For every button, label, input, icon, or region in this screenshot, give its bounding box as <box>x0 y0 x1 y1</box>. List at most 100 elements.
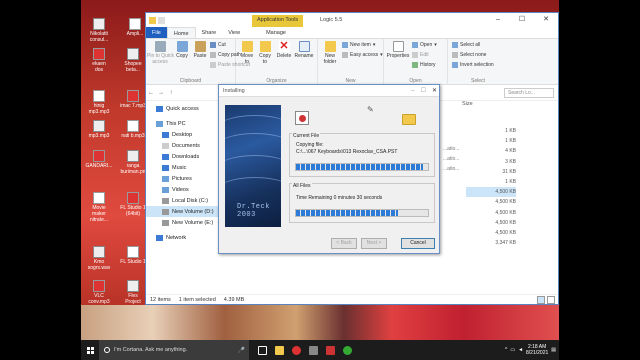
chrome-icon[interactable] <box>340 343 354 357</box>
desktop-icon-item[interactable]: ekaen dos <box>84 48 114 73</box>
history-button[interactable]: History <box>412 62 436 68</box>
new-item-button[interactable]: New item ▾ <box>342 42 375 48</box>
tab-view[interactable]: View <box>222 27 246 38</box>
open-button[interactable]: Open ▾ <box>412 42 437 48</box>
clock[interactable]: 2:18 AM 8/21/2021 <box>526 344 548 356</box>
desktop-icon-item[interactable]: imac 7.mp3 <box>118 90 148 109</box>
file-size-cell[interactable]: 4,500 KB <box>466 197 516 207</box>
desktop-icon-item[interactable]: Movie maker nitrate... <box>84 192 114 223</box>
file-name-partial[interactable]: ...atio... <box>443 166 459 172</box>
nav-videos[interactable]: Videos <box>146 184 220 195</box>
explorer-titlebar[interactable]: Application Tools Logic 5.5 – ☐ ✕ <box>146 13 558 27</box>
file-size-cell[interactable]: 1 KB <box>466 126 516 136</box>
select-all-button[interactable]: Select all <box>452 42 480 48</box>
details-view-icon[interactable] <box>537 296 545 304</box>
nav-pictures[interactable]: Pictures <box>146 173 220 184</box>
forward-arrow-icon[interactable]: → <box>156 90 166 96</box>
paste-button[interactable]: Paste <box>192 41 208 59</box>
file-size-cell[interactable]: 4 KB <box>466 146 516 156</box>
properties-icon[interactable] <box>158 16 165 24</box>
settings-app-icon[interactable] <box>306 343 320 357</box>
next-button[interactable]: Next > <box>361 238 387 249</box>
maximize-button[interactable]: ☐ <box>510 13 534 27</box>
media-player-icon[interactable] <box>289 343 303 357</box>
large-icons-view-icon[interactable] <box>547 296 555 304</box>
file-name-partial[interactable]: ...atio... <box>443 156 459 162</box>
nav-this-pc[interactable]: This PC <box>146 118 220 129</box>
installer-titlebar[interactable]: Installing – ☐ ✕ <box>219 85 439 97</box>
maximize-icon[interactable]: ☐ <box>421 85 426 97</box>
quick-access-toolbar[interactable] <box>146 16 165 24</box>
installer-app-icon[interactable] <box>323 343 337 357</box>
close-icon[interactable]: ✕ <box>432 85 437 97</box>
desktop-icon-item[interactable]: Kmo sogrs.wav <box>84 246 114 271</box>
copy-to-button[interactable]: Copy to <box>258 41 272 65</box>
cancel-button[interactable]: Cancel <box>401 238 435 249</box>
desktop-icon-item[interactable]: hinig mp3.mp3 <box>84 90 114 115</box>
tray-chevron-icon[interactable]: ^ <box>505 347 507 353</box>
minimize-icon[interactable]: – <box>411 85 414 97</box>
nav-downloads[interactable]: Downloads <box>146 151 220 162</box>
back-button[interactable]: < Back <box>331 238 357 249</box>
desktop-icon-item[interactable]: VLC conv.mp3 <box>84 280 114 305</box>
volume-icon[interactable]: ◄ <box>518 347 523 353</box>
edit-button[interactable]: Edit <box>412 52 429 58</box>
tab-file[interactable]: File <box>146 27 167 38</box>
file-size-cell[interactable]: 4,500 KB <box>466 208 516 218</box>
file-size-cell[interactable]: 1 KB <box>466 136 516 146</box>
nav-desktop[interactable]: Desktop <box>146 129 220 140</box>
nav-documents[interactable]: Documents <box>146 140 220 151</box>
network-icon[interactable]: ▭ <box>510 347 515 353</box>
start-button[interactable] <box>81 340 99 360</box>
invert-selection-button[interactable]: Invert selection <box>452 62 494 68</box>
file-explorer-icon[interactable] <box>272 343 286 357</box>
task-view-icon[interactable] <box>255 343 269 357</box>
file-size-cell[interactable]: 31 KB <box>466 167 516 177</box>
copy-button[interactable]: Copy <box>174 41 190 59</box>
easy-access-button[interactable]: Easy access ▾ <box>342 52 383 58</box>
delete-button[interactable]: ✕ Delete <box>276 41 292 60</box>
search-input[interactable]: Search Lo... <box>504 88 554 98</box>
nav-local-disk-c[interactable]: Local Disk (C:) <box>146 195 220 206</box>
size-column-header[interactable]: Size <box>462 101 473 107</box>
desktop-icon-item[interactable]: GANDARI... <box>84 150 114 169</box>
up-arrow-icon[interactable]: ↑ <box>166 90 176 96</box>
file-size-cell[interactable]: 4,500 KB <box>466 187 516 198</box>
file-size-cell[interactable]: 4,500 KB <box>466 218 516 228</box>
installer-dialog[interactable]: Installing – ☐ ✕ Dr.Teck 2003 ✎ Current Fi… <box>218 84 440 254</box>
cortana-search-box[interactable]: I'm Cortana. Ask me anything. 🎤 <box>99 340 249 360</box>
file-name-partial[interactable]: ...atio... <box>443 146 459 152</box>
tab-share[interactable]: Share <box>196 27 223 38</box>
rename-button[interactable]: Rename <box>294 41 314 59</box>
nav-new-volume-e[interactable]: New Volume (E:) <box>146 217 220 228</box>
desktop-icon-item[interactable]: FL Studio 1 <box>118 246 148 265</box>
new-folder-button[interactable]: New folder <box>322 41 338 65</box>
close-button[interactable]: ✕ <box>534 13 558 27</box>
file-size-cell[interactable]: 3 KB <box>466 157 516 167</box>
notifications-icon[interactable]: ▤ <box>551 347 556 353</box>
desktop-icon-item[interactable]: Nikolatti consul... <box>84 18 114 43</box>
folder-icon[interactable] <box>149 16 156 24</box>
back-arrow-icon[interactable]: ← <box>146 90 156 96</box>
desktop-icon-item[interactable]: mp3.mp3 <box>84 120 114 139</box>
desktop-icon-item[interactable]: FL Studio 1 (64bit) <box>118 192 148 217</box>
move-to-button[interactable]: Move to <box>240 41 254 65</box>
select-none-button[interactable]: Select none <box>452 52 486 58</box>
nav-network[interactable]: Network <box>146 232 220 243</box>
desktop-icon-item[interactable]: nati b.mp3 <box>118 120 148 139</box>
tab-manage[interactable]: Manage <box>260 27 292 38</box>
nav-new-volume-d[interactable]: New Volume (D:) <box>146 206 220 217</box>
cut-button[interactable]: Cut <box>210 42 226 48</box>
desktop-icon-item[interactable]: Shopee beta... <box>118 48 148 73</box>
pin-button[interactable]: Pin to Quick access <box>147 41 174 65</box>
minimize-button[interactable]: – <box>486 13 510 27</box>
tab-home[interactable]: Home <box>166 27 196 38</box>
file-size-cell[interactable]: 4,500 KB <box>466 228 516 238</box>
nav-quick-access[interactable]: Quick access <box>146 103 220 114</box>
file-size-cell[interactable]: 1 KB <box>466 177 516 187</box>
file-size-cell[interactable]: 3,347 KB <box>466 238 516 248</box>
nav-music[interactable]: Music <box>146 162 220 173</box>
properties-button[interactable]: Properties <box>386 41 410 59</box>
desktop-icon-item[interactable]: ranga buriman.pn <box>118 150 148 175</box>
microphone-icon[interactable]: 🎤 <box>238 347 245 354</box>
